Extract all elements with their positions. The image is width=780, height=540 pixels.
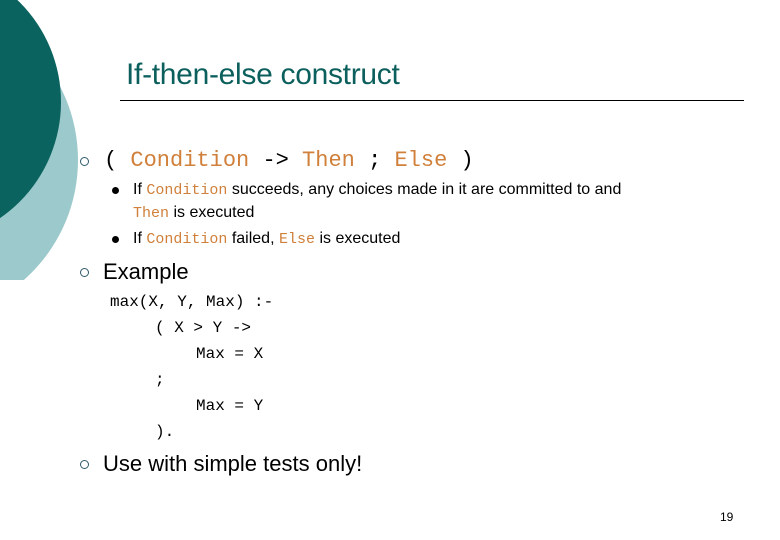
arrow-operator: -> [262, 148, 289, 173]
sub-bullet-succeeds: If Condition succeeds, any choices made … [133, 181, 621, 199]
sub-bullet-text: is executed [319, 230, 401, 247]
sub-bullet-failed: If Condition failed, Else is executed [133, 230, 400, 248]
else-keyword: Else [394, 148, 448, 173]
sub-bullet-succeeds-continued: Then is executed [133, 204, 254, 222]
sub-bullet-text: failed, [231, 230, 275, 247]
close-paren: ) [460, 148, 474, 173]
code-line: ; [155, 371, 165, 389]
hollow-bullet-icon [80, 268, 89, 277]
sub-bullet-text: succeeds, any choices made in it are com… [231, 181, 622, 198]
sub-bullet-prefix: If [133, 230, 142, 247]
open-paren: ( [104, 148, 118, 173]
condition-code: Condition [146, 182, 228, 199]
slide-title: If-then-else construct [126, 58, 400, 91]
condition-code: Condition [146, 231, 228, 248]
syntax-line: ( Condition -> Then ; Else ) [104, 148, 474, 173]
sub-bullet-text: is executed [173, 204, 255, 221]
then-keyword: Then [302, 148, 355, 173]
filled-bullet-icon [112, 187, 119, 194]
then-code: Then [133, 205, 170, 222]
filled-bullet-icon [112, 236, 119, 243]
hollow-bullet-icon [80, 157, 89, 166]
code-line: Max = X [196, 345, 264, 363]
code-line: ). [155, 423, 175, 441]
semicolon-operator: ; [368, 148, 382, 173]
code-line: max(X, Y, Max) :- [110, 293, 274, 311]
code-line: Max = Y [196, 397, 264, 415]
page-number: 19 [720, 510, 734, 524]
else-code: Else [278, 231, 315, 248]
example-heading: Example [103, 259, 189, 284]
code-line: ( X > Y -> [155, 319, 252, 337]
decorative-circles [0, 0, 78, 280]
simple-tests-note: Use with simple tests only! [103, 451, 363, 476]
title-underline [120, 100, 744, 101]
hollow-bullet-icon [80, 460, 89, 469]
condition-keyword: Condition [130, 148, 250, 173]
sub-bullet-prefix: If [133, 181, 142, 198]
